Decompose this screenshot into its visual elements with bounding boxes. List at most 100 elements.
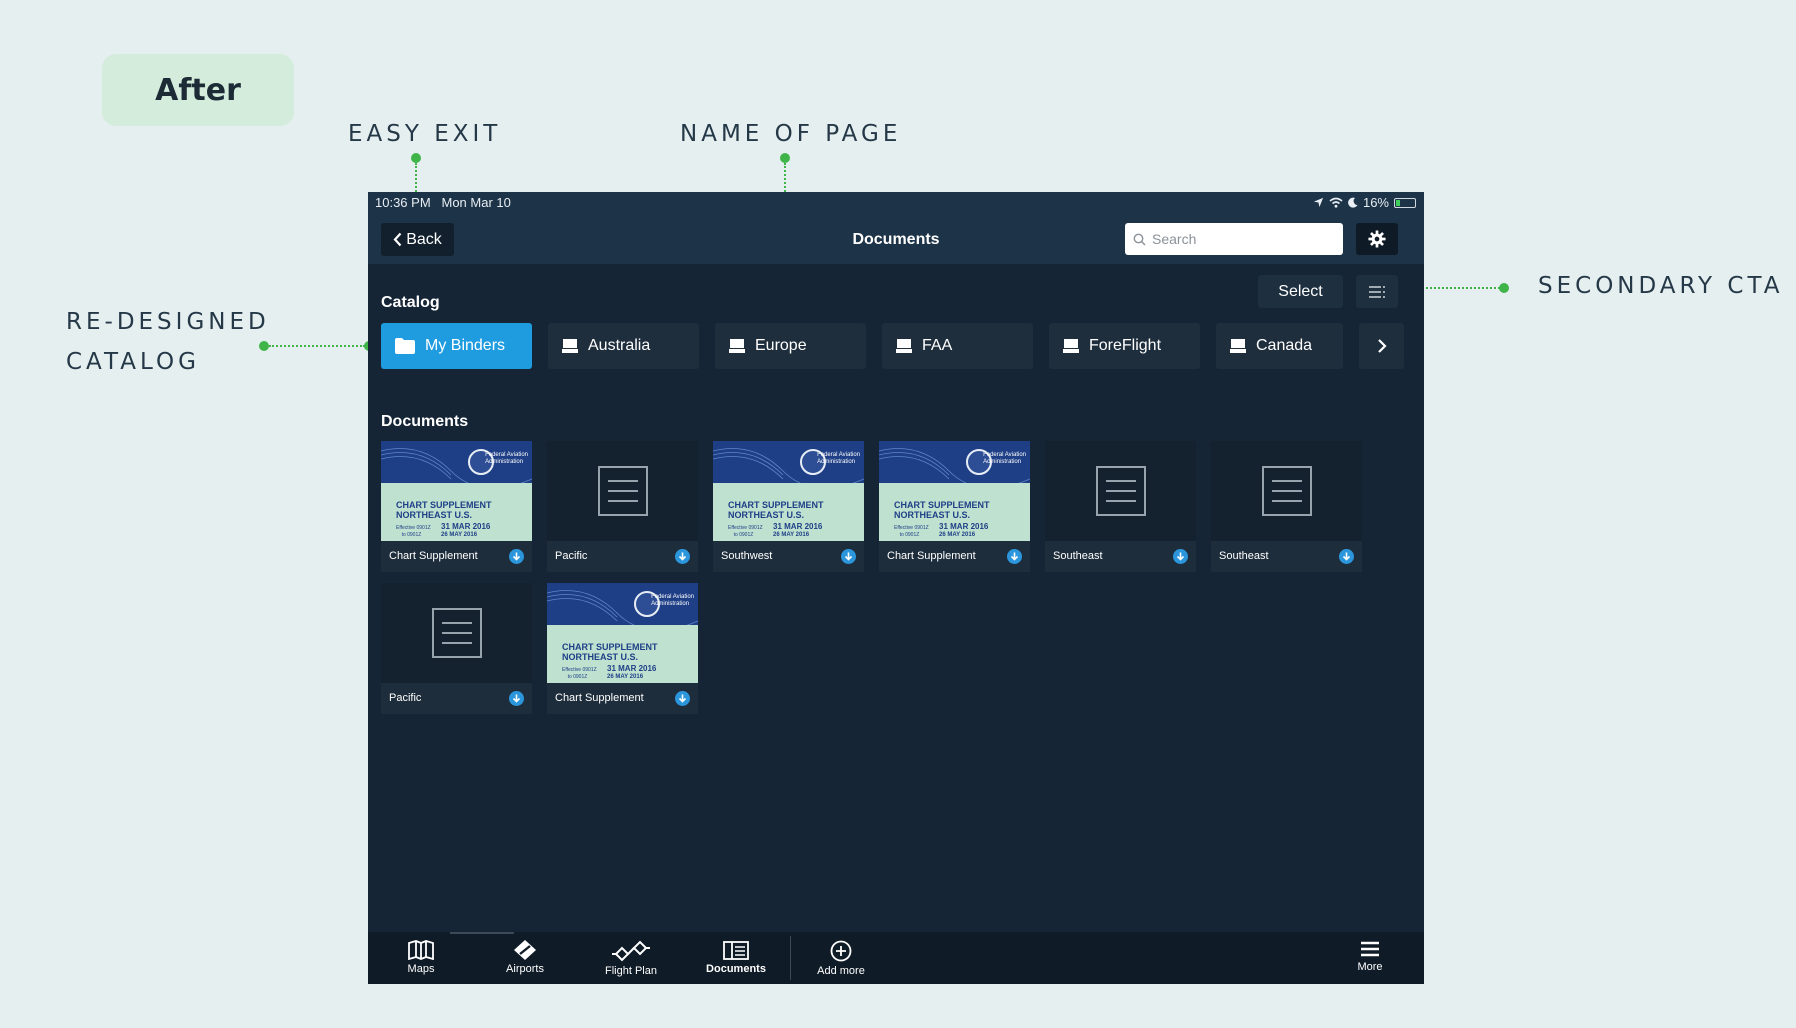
chart-supplement-cover: Federal Aviation Administration CHART SUPP… (381, 441, 532, 541)
cover-agency: Federal Aviation Administration (485, 452, 528, 466)
cover-date-to: 26 MAY 2016 (939, 532, 976, 538)
document-label: Chart Supplement (389, 550, 478, 562)
tab-label: More (1357, 961, 1383, 973)
catalog-item-faa[interactable]: FAA (882, 323, 1033, 369)
cover-agency-line: Administration (651, 601, 690, 607)
after-badge: After (102, 54, 294, 126)
document-icon (431, 608, 482, 658)
document-tile[interactable]: Southeast (1211, 441, 1362, 572)
download-button[interactable] (675, 549, 690, 564)
document-label: Southwest (721, 550, 773, 562)
catalog-item-foreflight[interactable]: ForeFlight (1049, 323, 1200, 369)
document-icon (1095, 466, 1146, 516)
document-tile[interactable]: Federal Aviation Administration CHART SUPP… (547, 583, 698, 714)
cover-effective-line: Effective 0901Z (562, 667, 597, 673)
annotation-dot (1499, 283, 1509, 293)
catalog-item-label: Europe (755, 337, 807, 354)
battery-icon (1394, 197, 1416, 208)
download-button[interactable] (1339, 549, 1354, 564)
document-cover: Federal Aviation Administration CHART SUPP… (547, 583, 698, 683)
search-box[interactable] (1125, 223, 1343, 255)
catalog-item-label: FAA (922, 337, 953, 354)
document-tile[interactable]: Pacific (381, 583, 532, 714)
cover-effective-line: to 0901Z (567, 674, 588, 680)
cover-band: Federal Aviation Administration (879, 441, 1030, 483)
download-arrow-icon (678, 552, 687, 561)
cover-title-line: NORTHEAST U.S. (728, 510, 805, 520)
search-input[interactable] (1152, 231, 1332, 247)
cover-title: CHART SUPPLEMENT NORTHEAST U.S. (562, 642, 658, 662)
drive-icon (896, 339, 912, 353)
document-label: Chart Supplement (887, 550, 976, 562)
cover-effective-line: Effective 0901Z (728, 525, 763, 531)
document-tile[interactable]: Pacific (547, 441, 698, 572)
catalog-item-australia[interactable]: Australia (548, 323, 699, 369)
catalog-item-canada[interactable]: Canada (1216, 323, 1343, 369)
download-button[interactable] (509, 691, 524, 706)
list-view-button[interactable] (1356, 275, 1398, 308)
cover-date-from: 31 MAR 2016 (939, 522, 989, 531)
cover-date-from: 31 MAR 2016 (607, 664, 657, 673)
download-arrow-icon (1342, 552, 1351, 561)
cover-date-from: 31 MAR 2016 (773, 522, 823, 531)
tab-airports[interactable]: Airports (485, 932, 565, 984)
annotation-easy-exit: EASY EXIT (348, 121, 502, 147)
catalog-next-button[interactable] (1359, 323, 1404, 369)
document-label: Pacific (555, 550, 588, 562)
tab-flight-plan[interactable]: Flight Plan (591, 932, 671, 984)
tab-documents[interactable]: Documents (696, 932, 776, 984)
list-icon (1369, 285, 1385, 298)
cover-date-to: 26 MAY 2016 (441, 532, 478, 538)
download-arrow-icon (1176, 552, 1185, 561)
cover-agency-line: Administration (817, 459, 856, 465)
cover-effective: Effective 0901Z to 0901Z (562, 667, 597, 681)
download-arrow-icon (512, 552, 521, 561)
document-placeholder (381, 583, 532, 683)
catalog-item-label: My Binders (425, 337, 506, 354)
chart-supplement-cover: Federal Aviation Administration CHART SUPP… (713, 441, 864, 541)
settings-button[interactable] (1356, 223, 1398, 255)
nav-bar: Back Documents (368, 214, 1424, 264)
download-button[interactable] (509, 549, 524, 564)
cover-title-line: NORTHEAST U.S. (562, 652, 639, 662)
status-bar: 10:36 PM Mon Mar 10 16% (368, 192, 1424, 214)
tab-add-more[interactable]: Add more (801, 932, 881, 984)
cover-title-line: NORTHEAST U.S. (396, 510, 473, 520)
tab-more[interactable]: More (1330, 932, 1410, 984)
download-button[interactable] (1007, 549, 1022, 564)
tab-maps[interactable]: Maps (381, 932, 461, 984)
status-icons: 16% (1313, 195, 1416, 210)
battery-percent: 16% (1362, 195, 1389, 210)
download-button[interactable] (841, 549, 856, 564)
document-tile[interactable]: Southeast (1045, 441, 1196, 572)
cover-date-to: 26 MAY 2016 (607, 674, 644, 680)
menu-icon (1361, 941, 1379, 957)
download-button[interactable] (1173, 549, 1188, 564)
document-cover: Federal Aviation Administration CHART SUPP… (713, 441, 864, 541)
search-icon (1133, 233, 1146, 245)
drive-icon (562, 339, 578, 353)
chart-supplement-cover: Federal Aviation Administration CHART SUPP… (879, 441, 1030, 541)
document-cover: Federal Aviation Administration CHART SUPP… (879, 441, 1030, 541)
cover-agency-line: Administration (983, 459, 1022, 465)
cover-band: Federal Aviation Administration (381, 441, 532, 483)
cover-title-line: CHART SUPPLEMENT (396, 500, 492, 510)
annotation-secondary-cta: SECONDARY CTA (1538, 273, 1784, 299)
document-tile[interactable]: Federal Aviation Administration CHART SUPP… (713, 441, 864, 572)
catalog-item-my-binders[interactable]: My Binders (381, 323, 532, 369)
drive-icon (729, 339, 745, 353)
cover-title: CHART SUPPLEMENT NORTHEAST U.S. (396, 500, 492, 520)
cover-date-from: 31 MAR 2016 (441, 522, 491, 531)
document-label: Southeast (1053, 550, 1103, 562)
select-button[interactable]: Select (1258, 275, 1343, 308)
annotation-redesigned-catalog-line2: CATALOG (66, 349, 200, 375)
document-tile[interactable]: Federal Aviation Administration CHART SUPP… (381, 441, 532, 572)
document-tile[interactable]: Federal Aviation Administration CHART SUPP… (879, 441, 1030, 572)
catalog-item-label: Australia (588, 337, 651, 354)
route-icon (612, 940, 650, 962)
download-button[interactable] (675, 691, 690, 706)
catalog-item-europe[interactable]: Europe (715, 323, 866, 369)
cover-effective-line: to 0901Z (401, 532, 422, 538)
document-label: Chart Supplement (555, 692, 644, 704)
cover-effective-line: Effective 0901Z (894, 525, 929, 531)
